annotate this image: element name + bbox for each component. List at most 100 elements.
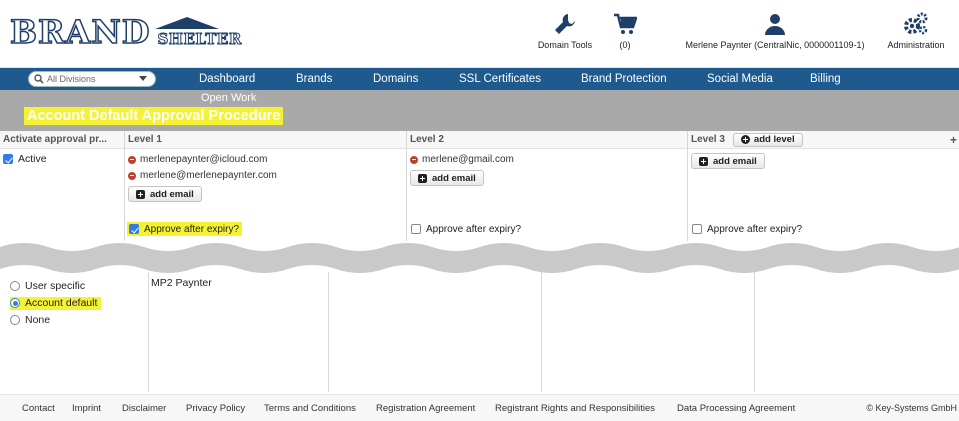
user-icon xyxy=(765,14,785,35)
nav-dashboard[interactable]: Dashboard xyxy=(199,68,255,90)
remove-email-icon[interactable] xyxy=(128,171,136,180)
nav-domains[interactable]: Domains xyxy=(373,68,418,90)
remove-email-icon[interactable] xyxy=(410,155,418,164)
level-2-header: Level 2 xyxy=(407,131,687,149)
footer-link-imprint[interactable]: Imprint xyxy=(72,403,101,414)
option-user-specific[interactable]: User specific xyxy=(10,279,148,292)
level-1-column: Level 1 merlenepaynter@icloud.com merlen… xyxy=(124,131,406,241)
division-select[interactable]: All Divisions xyxy=(28,71,156,87)
plus-icon xyxy=(699,156,708,166)
expand-icon[interactable]: + xyxy=(950,131,957,148)
add-email-label: add email xyxy=(150,188,194,200)
domain-tools-link[interactable]: Domain Tools xyxy=(533,12,597,50)
none-radio[interactable] xyxy=(10,314,20,325)
account-default-label: Account default xyxy=(25,297,98,309)
copyright: © Key-Systems GmbH xyxy=(866,403,957,413)
approve-after-expiry-checkbox[interactable] xyxy=(411,224,421,234)
add-email-button[interactable]: add email xyxy=(691,153,765,169)
brand-shelter-logo[interactable]: BRAND SHELTER xyxy=(9,13,242,51)
activation-column-header: Activate approval pr... xyxy=(0,131,124,149)
approval-levels-table: Activate approval pr... Active Level 1 m… xyxy=(0,131,959,241)
add-email-button[interactable]: add email xyxy=(128,186,202,202)
footer-link-registration-agreement[interactable]: Registration Agreement xyxy=(376,403,475,414)
level-2-column: Level 2 merlene@gmail.com add email Appr… xyxy=(406,131,687,241)
search-icon xyxy=(34,74,44,84)
approve-after-expiry-checkbox[interactable] xyxy=(129,224,139,234)
approver-email: merlenepaynter@icloud.com xyxy=(140,154,268,165)
cart-link[interactable]: (0) xyxy=(610,12,640,50)
nav-brands[interactable]: Brands xyxy=(296,68,332,90)
title-band: Open Work Account Default Approval Proce… xyxy=(0,90,959,131)
administration-link[interactable]: Administration xyxy=(878,12,954,50)
add-level-button[interactable]: add level xyxy=(732,132,803,147)
plus-icon xyxy=(136,189,145,199)
approve-after-expiry-checkbox[interactable] xyxy=(692,224,702,234)
default-selector-table: User specific Account default None MP2 P… xyxy=(0,272,959,392)
footer: Contact Imprint Disclaimer Privacy Polic… xyxy=(0,394,959,421)
subnav-open-work[interactable]: Open Work xyxy=(201,92,256,104)
option-none[interactable]: None xyxy=(10,313,148,326)
nav-billing[interactable]: Billing xyxy=(810,68,841,90)
user-menu[interactable]: Merlene Paynter (CentralNic, 0000001109-… xyxy=(680,12,870,50)
cart-count: (0) xyxy=(619,40,631,50)
add-email-label: add email xyxy=(713,155,757,167)
active-checkbox[interactable] xyxy=(3,154,13,164)
nav-social-media[interactable]: Social Media xyxy=(707,68,773,90)
add-email-label: add email xyxy=(432,172,476,184)
approver-email: merlene@gmail.com xyxy=(422,154,514,165)
footer-link-privacy-policy[interactable]: Privacy Policy xyxy=(186,403,245,414)
footer-link-contact[interactable]: Contact xyxy=(22,403,55,414)
approval-type-column: User specific Account default None xyxy=(0,272,148,392)
wrench-icon xyxy=(555,14,575,34)
cart-icon xyxy=(614,13,637,34)
logo-shelter-text: SHELTER xyxy=(157,30,242,49)
approve-after-expiry-option[interactable]: Approve after expiry? xyxy=(411,222,521,236)
logo-shelter-mark: SHELTER xyxy=(153,15,242,49)
account-default-radio[interactable] xyxy=(10,298,20,308)
footer-link-terms[interactable]: Terms and Conditions xyxy=(264,403,356,414)
main-nav: All Divisions Dashboard Brands Domains S… xyxy=(0,68,959,90)
nav-brand-protection[interactable]: Brand Protection xyxy=(581,68,667,90)
header: BRAND SHELTER Domain Tools (0) Merlene P… xyxy=(0,0,959,68)
approve-after-expiry-label: Approve after expiry? xyxy=(426,223,522,235)
page-title: Account Default Approval Procedure xyxy=(24,107,284,125)
user-name: Merlene Paynter (CentralNic, 0000001109-… xyxy=(685,40,865,50)
approve-after-expiry-option[interactable]: Approve after expiry? xyxy=(127,222,243,236)
chevron-down-icon xyxy=(139,76,147,81)
user-specific-radio[interactable] xyxy=(10,280,20,291)
division-select-value: All Divisions xyxy=(47,74,96,84)
account-name: MP2 Paynter xyxy=(151,277,212,289)
plus-icon xyxy=(418,173,427,183)
level-3-column: Level 3 add level + add email Approve af… xyxy=(687,131,959,241)
approver-email-row: merlenepaynter@icloud.com xyxy=(128,153,406,166)
none-label: None xyxy=(25,313,51,326)
torn-edge-divider xyxy=(0,243,959,273)
approve-after-expiry-option[interactable]: Approve after expiry? xyxy=(692,222,802,236)
activation-column: Activate approval pr... Active xyxy=(0,131,124,241)
name-column: MP2 Paynter xyxy=(148,272,328,392)
footer-link-registrant-rights[interactable]: Registrant Rights and Responsibilities xyxy=(495,403,655,414)
approver-email: merlene@merlenepaynter.com xyxy=(140,170,277,181)
level-1-header: Level 1 xyxy=(125,131,406,149)
approve-after-expiry-label: Approve after expiry? xyxy=(707,223,803,235)
approver-email-row: merlene@merlenepaynter.com xyxy=(128,169,406,182)
footer-link-disclaimer[interactable]: Disclaimer xyxy=(122,403,166,414)
nav-ssl-certificates[interactable]: SSL Certificates xyxy=(459,68,541,90)
administration-label: Administration xyxy=(887,40,945,50)
roof-icon xyxy=(155,17,220,29)
add-email-button[interactable]: add email xyxy=(410,170,484,186)
level-3-header: Level 3 xyxy=(691,133,725,145)
plus-circle-icon xyxy=(740,135,750,144)
level-3-header-row: Level 3 add level + xyxy=(688,131,959,149)
footer-link-data-processing[interactable]: Data Processing Agreement xyxy=(677,403,795,414)
domain-tools-label: Domain Tools xyxy=(537,40,593,50)
option-account-default[interactable]: Account default xyxy=(10,296,102,310)
add-level-label: add level xyxy=(753,133,795,145)
logo-brand-text: BRAND xyxy=(9,13,151,51)
approve-after-expiry-label: Approve after expiry? xyxy=(144,223,240,235)
page: BRAND SHELTER Domain Tools (0) Merlene P… xyxy=(0,0,959,421)
active-label: Active xyxy=(18,153,47,165)
remove-email-icon[interactable] xyxy=(128,155,136,164)
empty-column xyxy=(541,272,754,392)
active-checkbox-row[interactable]: Active xyxy=(3,153,124,165)
